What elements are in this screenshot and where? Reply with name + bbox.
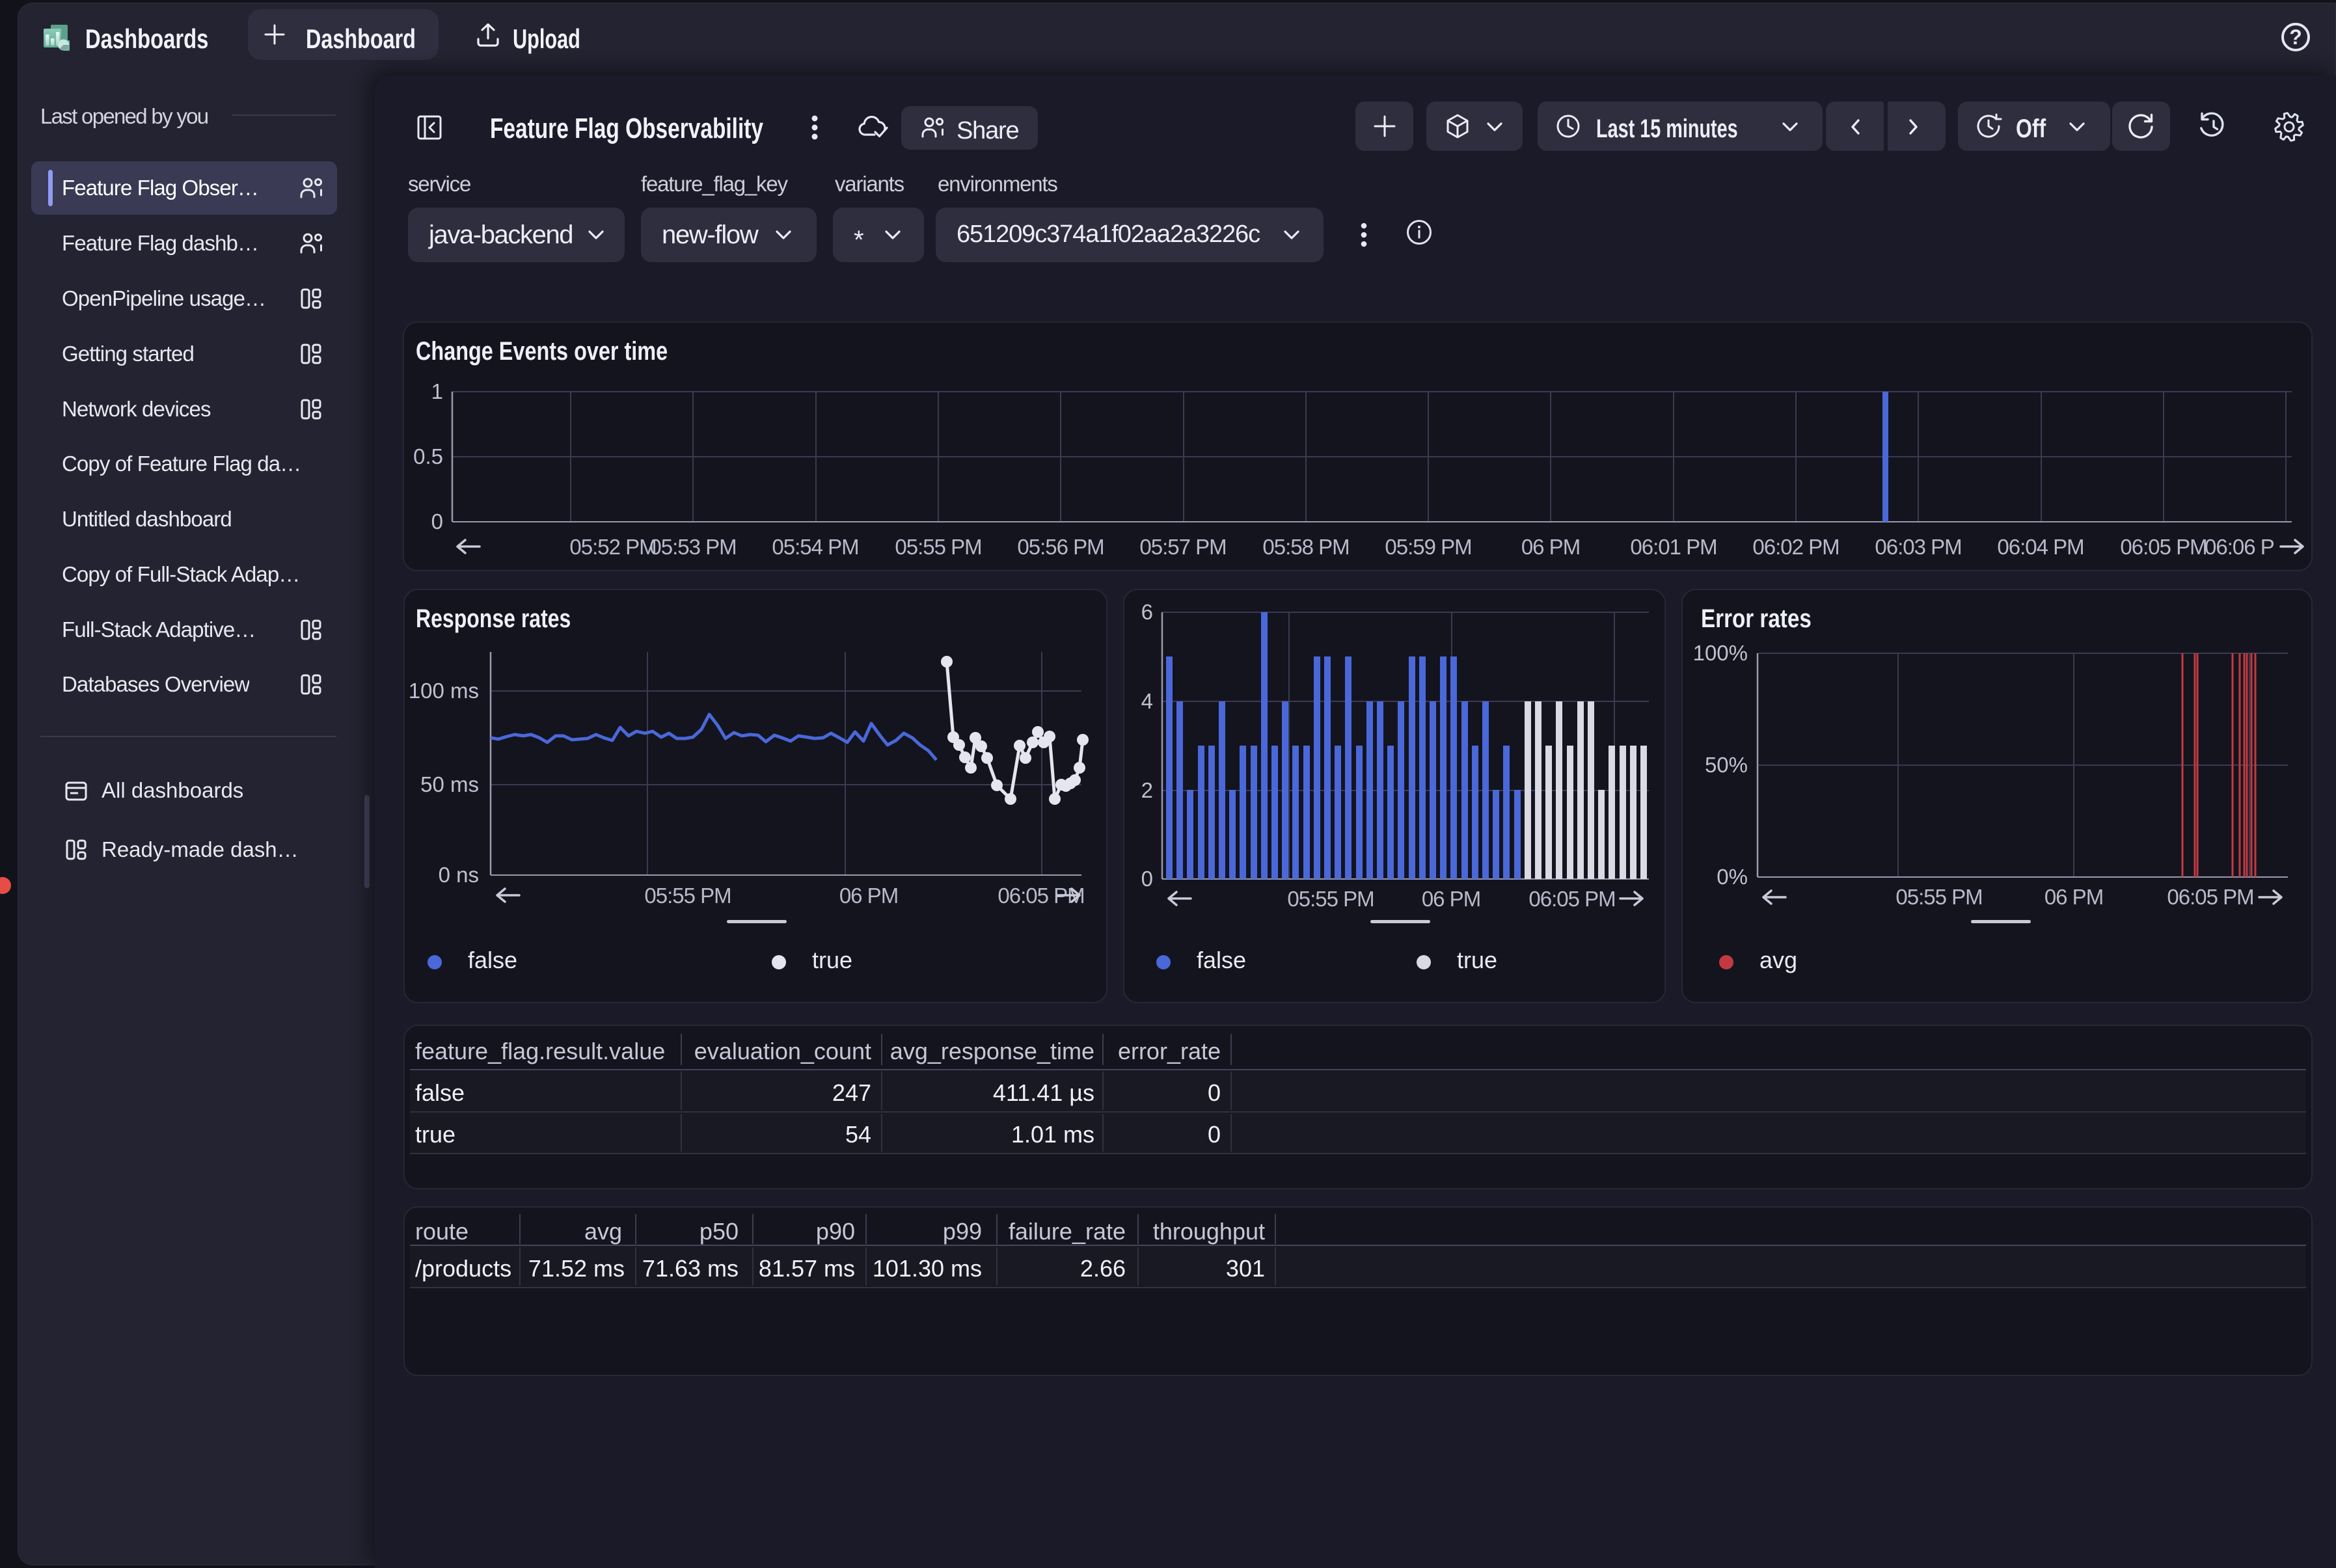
svg-text:06 PM: 06 PM (839, 884, 898, 908)
svg-text:2: 2 (1141, 778, 1153, 802)
svg-text:05:54 PM: 05:54 PM (772, 535, 858, 559)
svg-text:06 PM: 06 PM (2044, 885, 2103, 909)
svg-text:06:06 P: 06:06 P (2205, 535, 2274, 559)
svg-text:06:05 PM: 06:05 PM (2167, 885, 2253, 909)
svg-text:0: 0 (1141, 867, 1153, 891)
svg-text:100 ms: 100 ms (409, 679, 479, 703)
svg-text:05:52 PM: 05:52 PM (569, 535, 656, 559)
svg-text:06:03 PM: 06:03 PM (1875, 535, 1961, 559)
svg-text:?: ? (2289, 25, 2302, 49)
svg-text:06 PM: 06 PM (1422, 887, 1480, 911)
svg-text:05:56 PM: 05:56 PM (1017, 535, 1104, 559)
svg-text:1: 1 (431, 379, 443, 403)
svg-text:100%: 100% (1693, 641, 1748, 665)
svg-text:06:05 PM: 06:05 PM (1528, 887, 1615, 911)
svg-text:0.5: 0.5 (413, 444, 443, 468)
svg-text:06:05 PM: 06:05 PM (2120, 535, 2207, 559)
svg-text:06:04 PM: 06:04 PM (1997, 535, 2084, 559)
svg-text:05:55 PM: 05:55 PM (895, 535, 981, 559)
svg-text:06:02 PM: 06:02 PM (1752, 535, 1839, 559)
svg-text:05:53 PM: 05:53 PM (649, 535, 736, 559)
svg-text:05:55 PM: 05:55 PM (1895, 885, 1982, 909)
svg-text:50 ms: 50 ms (420, 772, 479, 796)
svg-text:05:57 PM: 05:57 PM (1139, 535, 1226, 559)
svg-text:4: 4 (1141, 689, 1153, 713)
svg-text:0%: 0% (1717, 865, 1748, 889)
svg-text:06 PM: 06 PM (1521, 535, 1580, 559)
svg-text:6: 6 (1141, 600, 1153, 624)
svg-text:05:59 PM: 05:59 PM (1385, 535, 1471, 559)
svg-text:05:55 PM: 05:55 PM (644, 884, 731, 908)
svg-text:06:01 PM: 06:01 PM (1630, 535, 1717, 559)
svg-text:05:58 PM: 05:58 PM (1262, 535, 1349, 559)
svg-text:0: 0 (431, 509, 443, 534)
svg-text:05:55 PM: 05:55 PM (1287, 887, 1374, 911)
svg-text:0 ns: 0 ns (439, 863, 479, 887)
svg-text:50%: 50% (1705, 753, 1748, 777)
